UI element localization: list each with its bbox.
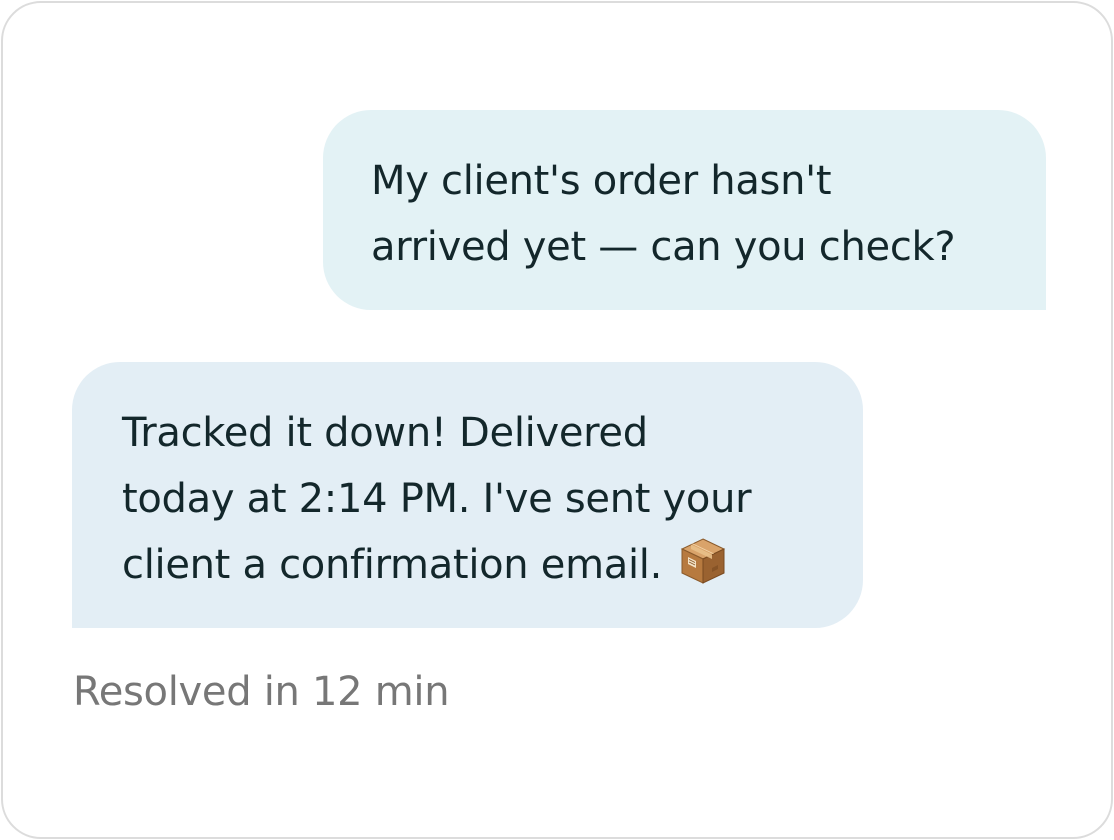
outgoing-message-bubble: My client's order hasn't arrived yet — c… bbox=[323, 110, 1046, 310]
outgoing-message-line: arrived yet — can you check? bbox=[371, 224, 956, 270]
incoming-message-line: Tracked it down! Delivered bbox=[122, 410, 648, 456]
incoming-message-bubble: Tracked it down! Delivered today at 2:14… bbox=[72, 362, 863, 628]
incoming-message-line: today at 2:14 PM. I've sent your bbox=[122, 476, 752, 522]
chat-card: My client's order hasn't arrived yet — c… bbox=[1, 1, 1113, 839]
resolution-status: Resolved in 12 min bbox=[73, 669, 450, 715]
incoming-message-line-last: client a confirmation email. bbox=[122, 532, 823, 598]
outgoing-message-line: My client's order hasn't bbox=[371, 158, 832, 204]
package-icon-graphic bbox=[681, 538, 726, 584]
package-icon bbox=[680, 537, 726, 585]
incoming-message-line: client a confirmation email. bbox=[122, 542, 662, 588]
